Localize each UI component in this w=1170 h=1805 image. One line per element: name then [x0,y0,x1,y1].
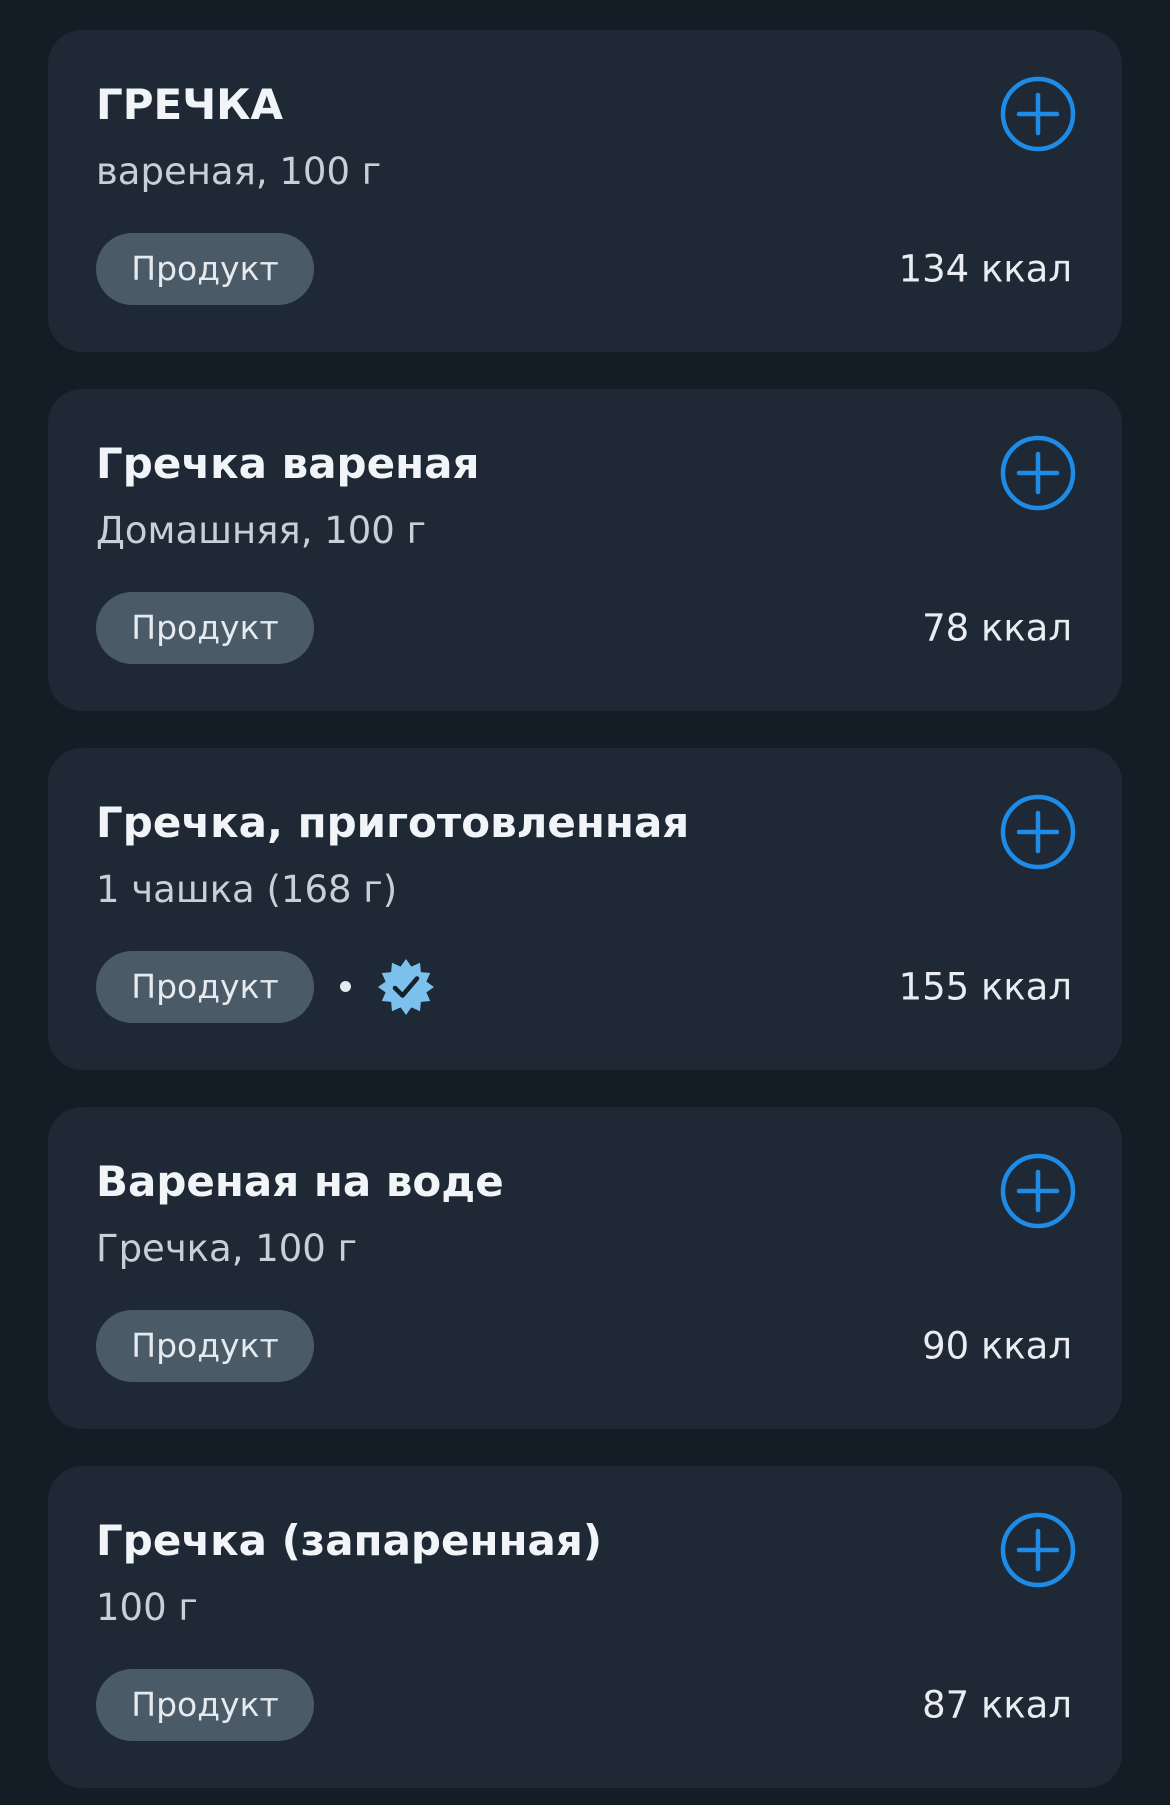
food-item-title: ГРЕЧКА [96,80,284,129]
plus-circle-icon [1000,1512,1076,1588]
calories-value: 78 ккал [922,606,1072,650]
food-item-serving: 100 г [96,1586,198,1629]
add-food-button[interactable] [999,793,1077,871]
product-type-badge: Продукт [96,592,314,664]
calories-value: 155 ккал [898,965,1072,1009]
calories-value: 90 ккал [922,1324,1072,1368]
food-item-title: Гречка, приготовленная [96,798,690,847]
food-item-title: Вареная на воде [96,1157,504,1206]
food-item-serving: Домашняя, 100 г [96,509,427,552]
food-item-card[interactable]: Вареная на воде Гречка, 100 г Продукт 90… [48,1107,1122,1429]
plus-circle-icon [1000,794,1076,870]
add-food-button[interactable] [999,1152,1077,1230]
food-results-list: ГРЕЧКА вареная, 100 г Продукт 134 ккал Г… [0,0,1170,1805]
add-food-button[interactable] [999,75,1077,153]
food-item-card[interactable]: ГРЕЧКА вареная, 100 г Продукт 134 ккал [48,30,1122,352]
add-food-button[interactable] [999,1511,1077,1589]
calories-value: 87 ккал [922,1683,1072,1727]
food-item-title: Гречка (запаренная) [96,1516,603,1565]
food-item-serving: Гречка, 100 г [96,1227,358,1270]
plus-circle-icon [1000,76,1076,152]
verified-badge-icon [376,957,436,1017]
food-item-card[interactable]: Гречка, приготовленная 1 чашка (168 г) П… [48,748,1122,1070]
separator-dot [340,981,351,992]
plus-circle-icon [1000,435,1076,511]
food-item-card[interactable]: Гречка вареная Домашняя, 100 г Продукт 7… [48,389,1122,711]
product-type-badge: Продукт [96,1669,314,1741]
food-item-card[interactable]: Гречка (запаренная) 100 г Продукт 87 кка… [48,1466,1122,1788]
calories-value: 134 ккал [898,247,1072,291]
add-food-button[interactable] [999,434,1077,512]
food-item-serving: 1 чашка (168 г) [96,868,398,911]
food-item-title: Гречка вареная [96,439,480,488]
plus-circle-icon [1000,1153,1076,1229]
product-type-badge: Продукт [96,233,314,305]
food-item-serving: вареная, 100 г [96,150,382,193]
product-type-badge: Продукт [96,1310,314,1382]
product-type-badge: Продукт [96,951,314,1023]
